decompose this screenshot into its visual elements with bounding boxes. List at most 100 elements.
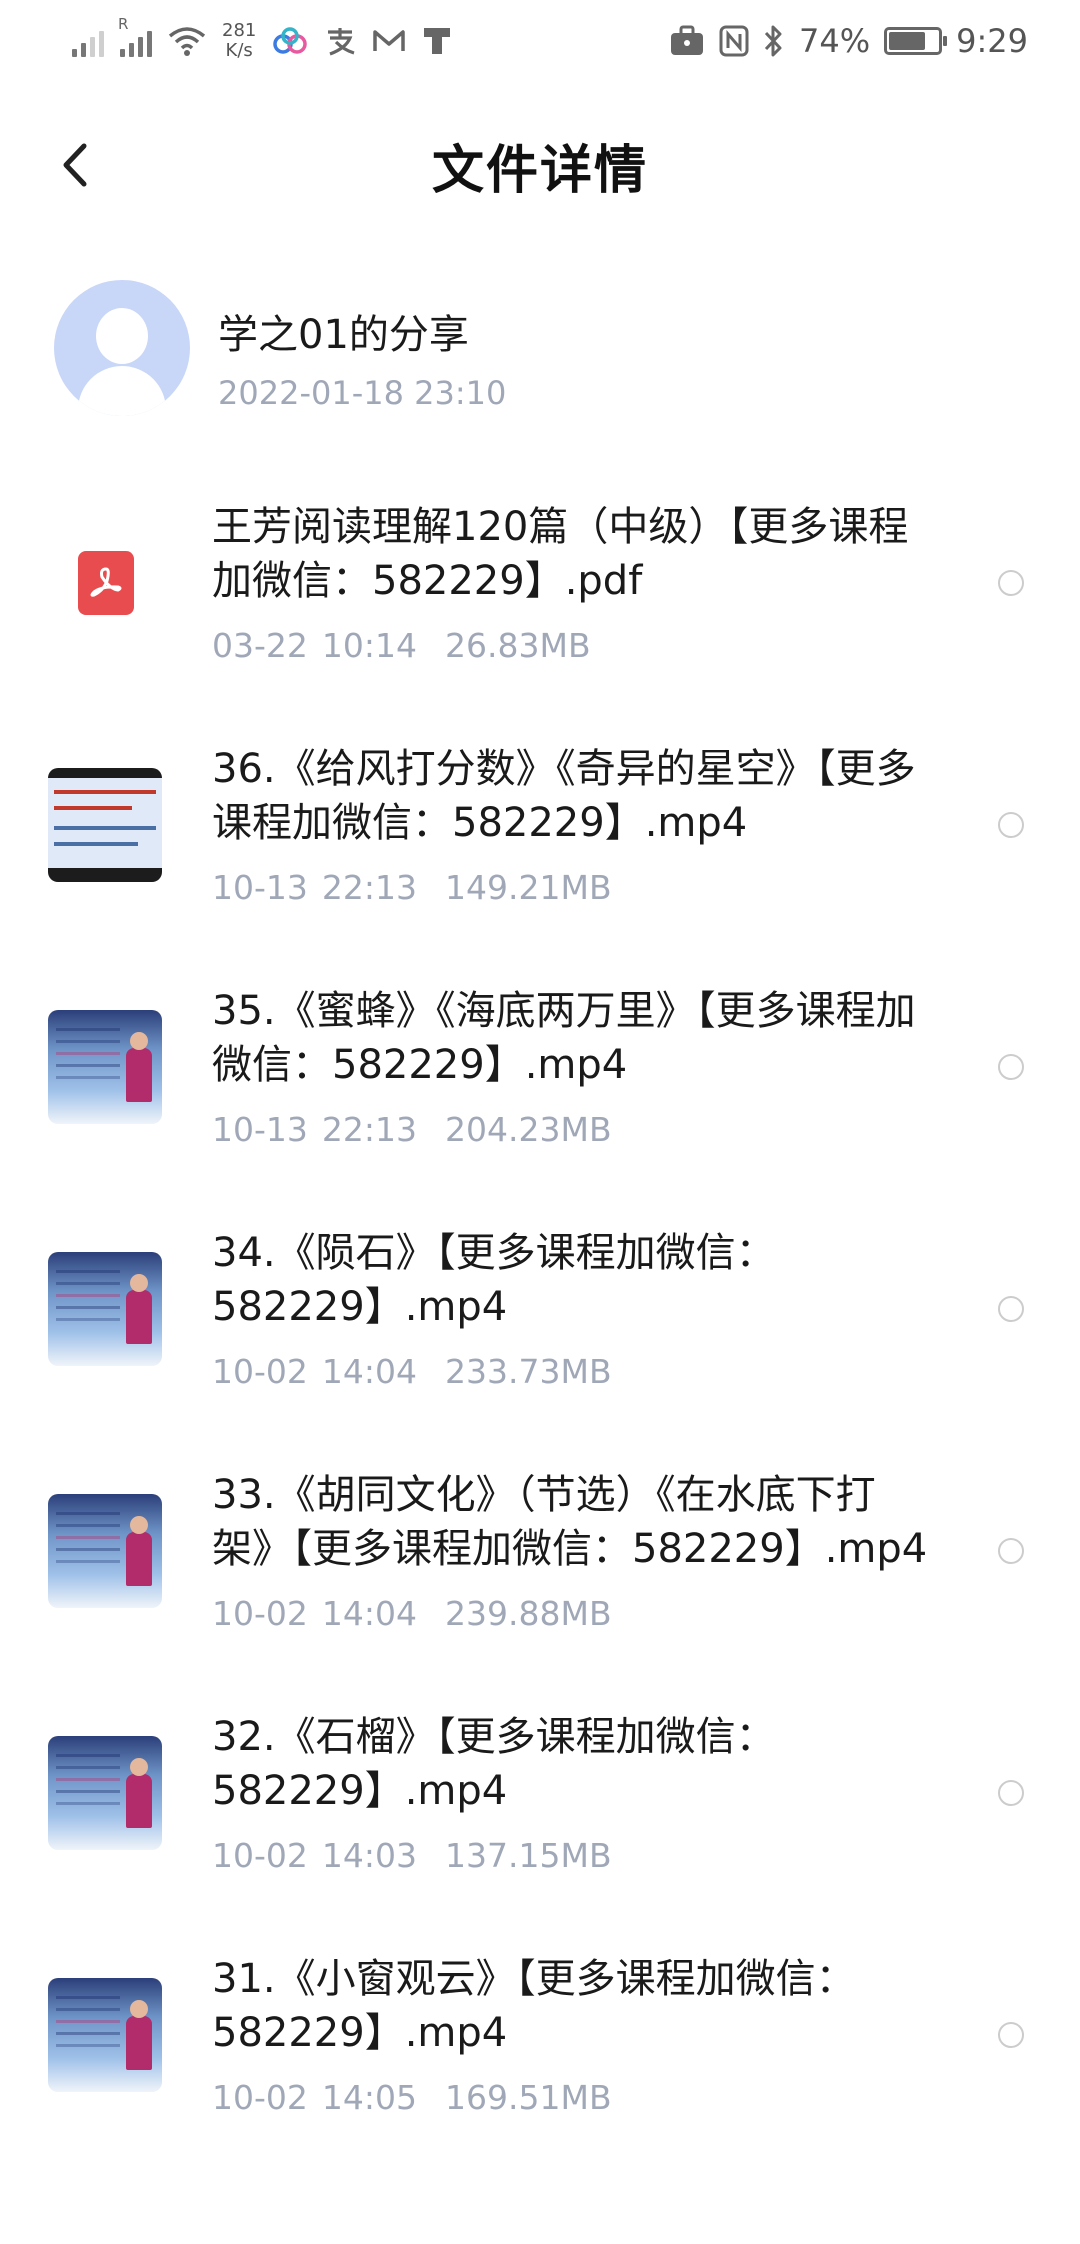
file-name: 31.《小窗观云》【更多课程加微信：582229】.mp4 xyxy=(212,1956,856,2056)
file-size: 204.23MB xyxy=(445,1110,612,1149)
file-item-content: 36.《给风打分数》《奇异的星空》【更多课程加微信：582229】.mp4 10-… xyxy=(0,742,1080,908)
file-name: 32.《石榴》【更多课程加微信：582229】.mp4 xyxy=(212,1714,776,1814)
page-title: 文件详情 xyxy=(431,141,648,201)
file-item-content: 35.《蜜蜂》《海底两万里》【更多课程加微信：582229】.mp4 10-13 2… xyxy=(0,984,1080,1150)
avatar-body-shape xyxy=(78,366,166,416)
briefcase-icon xyxy=(671,25,704,55)
file-meta: 10-02 14:03 137.15MB xyxy=(212,1836,930,1876)
thumbnail-text-line xyxy=(54,826,156,830)
file-meta: 10-13 22:13 204.23MB xyxy=(212,1110,930,1150)
signal-sim2-icon: R xyxy=(118,15,152,57)
thumbnail-teacher-figure xyxy=(126,1032,152,1102)
thumbnail-text-line xyxy=(54,842,138,846)
file-item[interactable]: 34.《陨石》【更多课程加微信：582229】.mp4 10-02 14:04 233… xyxy=(0,1226,1080,1392)
thumbnail-board-text xyxy=(56,1270,120,1273)
file-item-content: 33.《胡同文化》（节选）《在水底下打架》【更多课程加微信：582229】.mp… xyxy=(0,1468,1080,1634)
video-thumbnail xyxy=(48,768,162,882)
file-time: 10:14 xyxy=(321,626,417,665)
file-date: 10-02 xyxy=(212,1594,308,1633)
file-size: 137.15MB xyxy=(445,1836,612,1875)
file-name: 33.《胡同文化》（节选）《在水底下打架》【更多课程加微信：582229】.mp… xyxy=(212,1472,928,1572)
network-speed-unit: K/s xyxy=(225,40,253,61)
thumbnail-board-text xyxy=(56,1996,120,1999)
bluetooth-icon xyxy=(764,25,782,57)
select-radio[interactable] xyxy=(998,1296,1024,1322)
file-item-content: 王芳阅读理解120篇（中级）【更多课程加微信：582229】.pdf 03-22 1… xyxy=(0,500,1080,666)
file-item[interactable]: 36.《给风打分数》《奇异的星空》【更多课程加微信：582229】.mp4 10-… xyxy=(0,742,1080,908)
thumbnail-text-line xyxy=(54,806,132,810)
status-bar: R 281 K/s 74% 9:29 xyxy=(0,0,1080,80)
file-name: 34.《陨石》【更多课程加微信：582229】.mp4 xyxy=(212,1230,776,1330)
battery-percent: 74% xyxy=(799,22,871,60)
video-thumbnail xyxy=(48,1010,162,1124)
file-time: 22:13 xyxy=(321,1110,417,1149)
select-radio[interactable] xyxy=(998,1538,1024,1564)
file-meta: 10-02 14:05 169.51MB xyxy=(212,2078,930,2118)
status-bar-left: R 281 K/s xyxy=(72,15,452,66)
avatar[interactable] xyxy=(54,280,190,416)
video-thumbnail xyxy=(48,1978,162,2092)
clock-time: 9:29 xyxy=(956,22,1028,60)
file-item[interactable]: 33.《胡同文化》（节选）《在水底下打架》【更多课程加微信：582229】.mp… xyxy=(0,1468,1080,1634)
file-item-content: 32.《石榴》【更多课程加微信：582229】.mp4 10-02 14:03 137… xyxy=(0,1710,1080,1876)
t-app-icon xyxy=(424,28,451,54)
select-radio[interactable] xyxy=(998,570,1024,596)
file-item[interactable]: 32.《石榴》【更多课程加微信：582229】.mp4 10-02 14:03 137… xyxy=(0,1710,1080,1876)
select-radio[interactable] xyxy=(998,1054,1024,1080)
thumbnail-board-text xyxy=(56,1512,120,1515)
thumbnail-teacher-figure xyxy=(126,1274,152,1344)
file-size: 233.73MB xyxy=(445,1352,612,1391)
file-size: 169.51MB xyxy=(445,2078,612,2117)
signal-sim1-icon xyxy=(72,25,104,57)
file-date: 10-02 xyxy=(212,1836,308,1875)
pdf-file-icon xyxy=(78,551,134,615)
file-size: 239.88MB xyxy=(445,1594,612,1633)
file-meta: 03-22 10:14 26.83MB xyxy=(212,626,930,666)
file-name: 35.《蜜蜂》《海底两万里》【更多课程加微信：582229】.mp4 xyxy=(212,988,916,1088)
thumbnail-teacher-figure xyxy=(126,2000,152,2070)
file-item-content: 34.《陨石》【更多课程加微信：582229】.mp4 10-02 14:04 233… xyxy=(0,1226,1080,1392)
file-time: 14:05 xyxy=(321,2078,417,2117)
file-item[interactable]: 31.《小窗观云》【更多课程加微信：582229】.mp4 10-02 14:05 1… xyxy=(0,1952,1080,2118)
file-item[interactable]: 王芳阅读理解120篇（中级）【更多课程加微信：582229】.pdf 03-22 1… xyxy=(0,500,1080,666)
network-speed: 281 K/s xyxy=(222,21,256,61)
file-date: 10-13 xyxy=(212,1110,308,1149)
roaming-label: R xyxy=(118,15,129,33)
file-date: 10-02 xyxy=(212,2078,308,2117)
file-name: 王芳阅读理解120篇（中级）【更多课程加微信：582229】.pdf xyxy=(212,504,909,604)
nfc-icon xyxy=(719,25,749,57)
file-date: 03-22 xyxy=(212,626,308,665)
video-thumbnail xyxy=(48,1736,162,1850)
file-meta: 10-02 14:04 239.88MB xyxy=(212,1594,930,1634)
file-item[interactable]: 35.《蜜蜂》《海底两万里》【更多课程加微信：582229】.mp4 10-13 2… xyxy=(0,984,1080,1150)
file-meta: 10-02 14:04 233.73MB xyxy=(212,1352,930,1392)
file-time: 22:13 xyxy=(321,868,417,907)
battery-level xyxy=(889,32,925,50)
thumbnail-text-line xyxy=(54,790,156,794)
status-bar-right: 74% 9:29 xyxy=(669,16,1028,66)
header: 文件详情 xyxy=(0,110,1080,220)
file-date: 10-13 xyxy=(212,868,308,907)
select-radio[interactable] xyxy=(998,1780,1024,1806)
file-meta: 10-13 22:13 149.21MB xyxy=(212,868,930,908)
share-datetime: 2022-01-18 23:10 xyxy=(218,374,507,412)
pdf-logo-icon xyxy=(90,567,122,597)
mail-icon xyxy=(373,30,406,51)
thumbnail-board-text xyxy=(56,1028,120,1031)
file-time: 14:04 xyxy=(321,1352,417,1391)
video-thumbnail xyxy=(48,1494,162,1608)
select-radio[interactable] xyxy=(998,812,1024,838)
thumbnail-teacher-figure xyxy=(126,1516,152,1586)
file-list: 王芳阅读理解120篇（中级）【更多课程加微信：582229】.pdf 03-22 1… xyxy=(0,500,1080,2194)
battery-icon xyxy=(884,27,948,55)
file-size: 26.83MB xyxy=(445,626,591,665)
file-item-content: 31.《小窗观云》【更多课程加微信：582229】.mp4 10-02 14:05 1… xyxy=(0,1952,1080,2118)
thumbnail-board-text xyxy=(56,1754,120,1757)
file-size: 149.21MB xyxy=(445,868,612,907)
sharer-name: 学之01的分享 xyxy=(218,312,469,358)
alipay-icon xyxy=(328,28,355,56)
select-radio[interactable] xyxy=(998,2022,1024,2048)
sharer-info: 学之01的分享 2022-01-18 23:10 xyxy=(54,280,1026,420)
network-speed-value: 281 xyxy=(222,20,257,41)
cloud-sync-icon xyxy=(273,27,308,54)
